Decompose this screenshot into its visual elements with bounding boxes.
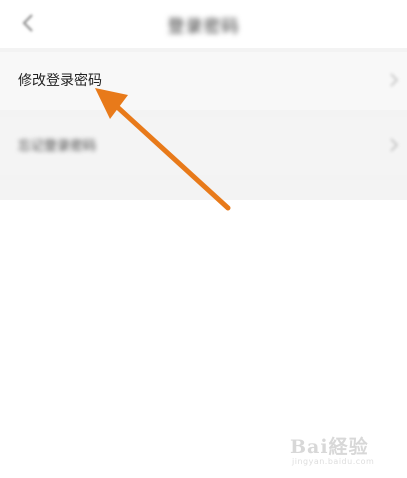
annotation-arrow: [95, 88, 231, 211]
watermark-brand: Bai経验: [290, 436, 369, 458]
watermark-url: jingyan.baidu.com: [292, 457, 375, 466]
baidu-jingyan-watermark: Bai経验 jingyan.baidu.com: [282, 424, 392, 470]
